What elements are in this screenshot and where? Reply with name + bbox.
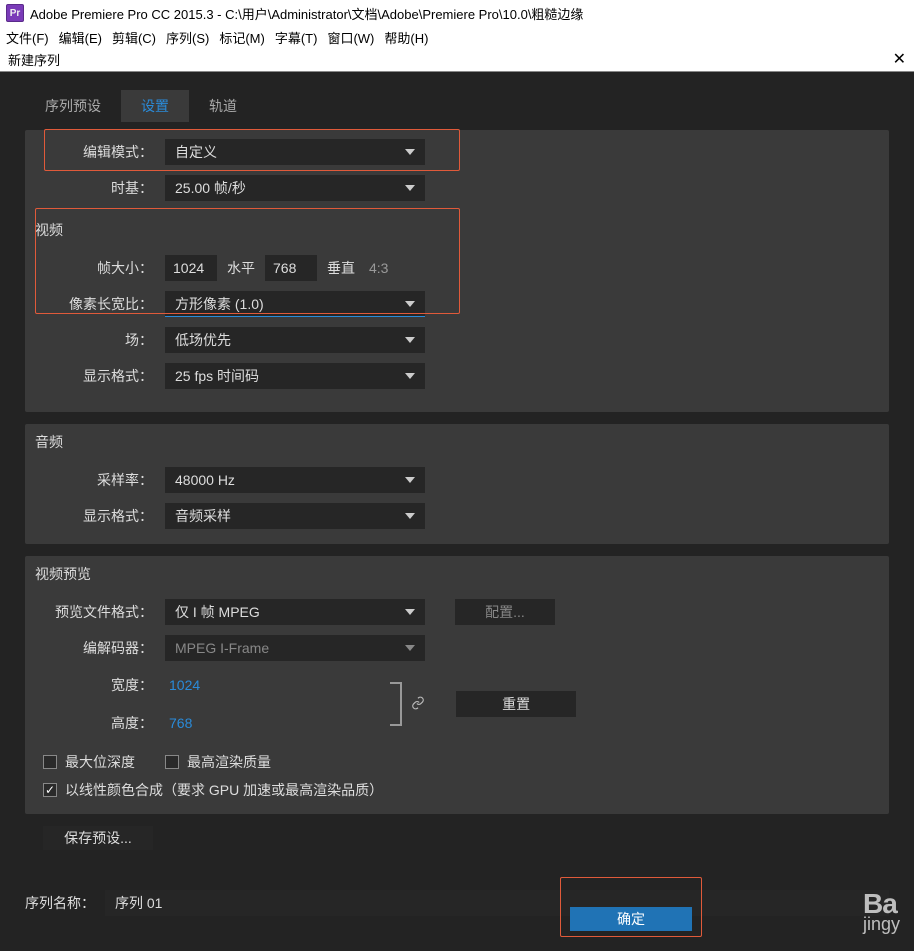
- codec-value: MPEG I-Frame: [175, 640, 269, 656]
- frame-size-label: 帧大小：: [35, 258, 165, 278]
- frame-height-input[interactable]: 768: [265, 255, 317, 281]
- dialog-titlebar: 新建序列 ✕: [0, 48, 914, 72]
- par-value: 方形像素 (1.0): [175, 294, 264, 314]
- caret-icon: [405, 513, 415, 519]
- height-label: 高度：: [35, 713, 165, 733]
- linear-color-checkbox[interactable]: ✓: [43, 783, 57, 797]
- sequence-name-row: 序列名称： 序列 01: [25, 890, 889, 916]
- vdisplay-dropdown[interactable]: 25 fps 时间码: [165, 363, 425, 389]
- save-preset-button[interactable]: 保存预设...: [43, 826, 153, 850]
- horizontal-label: 水平: [217, 258, 265, 278]
- max-render-label: 最高渲染质量: [187, 752, 271, 772]
- tab-tracks[interactable]: 轨道: [189, 90, 257, 122]
- fields-value: 低场优先: [175, 330, 231, 350]
- audio-section-title: 音频: [35, 432, 879, 452]
- menubar: 文件(F) 编辑(E) 剪辑(C) 序列(S) 标记(M) 字幕(T) 窗口(W…: [0, 26, 914, 48]
- preview-width[interactable]: 1024: [169, 677, 200, 693]
- video-section-title: 视频: [35, 214, 879, 240]
- preview-file-dropdown[interactable]: 仅 I 帧 MPEG: [165, 599, 425, 625]
- sample-label: 采样率：: [35, 470, 165, 490]
- fields-label: 场：: [35, 330, 165, 350]
- dialog-body: 序列预设 设置 轨道 编辑模式： 自定义 时基： 25.00 帧/秒 视频 帧大…: [0, 72, 914, 951]
- menu-clip[interactable]: 剪辑(C): [112, 28, 156, 47]
- menu-window[interactable]: 窗口(W): [327, 28, 374, 47]
- caret-icon: [405, 185, 415, 191]
- menu-help[interactable]: 帮助(H): [384, 28, 428, 47]
- vdisplay-value: 25 fps 时间码: [175, 366, 259, 386]
- tab-preset[interactable]: 序列预设: [25, 90, 121, 122]
- reset-button[interactable]: 重置: [456, 691, 576, 717]
- adisplay-label: 显示格式：: [35, 506, 165, 526]
- caret-icon: [405, 301, 415, 307]
- preview-file-label: 预览文件格式：: [35, 602, 165, 622]
- timebase-value: 25.00 帧/秒: [175, 178, 246, 198]
- seq-name-input[interactable]: 序列 01: [105, 890, 889, 916]
- seq-name-label: 序列名称：: [25, 893, 95, 913]
- timebase-dropdown[interactable]: 25.00 帧/秒: [165, 175, 425, 201]
- panel-video: 编辑模式： 自定义 时基： 25.00 帧/秒 视频 帧大小： 1024 水平 …: [25, 130, 889, 412]
- adisplay-value: 音频采样: [175, 506, 231, 526]
- caret-icon: [405, 337, 415, 343]
- menu-sequence[interactable]: 序列(S): [166, 28, 209, 47]
- par-label: 像素长宽比：: [35, 294, 165, 314]
- max-bit-depth-label: 最大位深度: [65, 752, 135, 772]
- edit-mode-value: 自定义: [175, 142, 217, 162]
- panel-audio: 音频 采样率： 48000 Hz 显示格式： 音频采样: [25, 424, 889, 544]
- watermark-line2: jingy: [863, 913, 900, 935]
- codec-label: 编解码器：: [35, 638, 165, 658]
- max-bit-depth-checkbox[interactable]: [43, 755, 57, 769]
- preview-section-title: 视频预览: [35, 564, 879, 584]
- adisplay-dropdown[interactable]: 音频采样: [165, 503, 425, 529]
- fields-dropdown[interactable]: 低场优先: [165, 327, 425, 353]
- app-icon: Pr: [6, 4, 24, 22]
- codec-dropdown: MPEG I-Frame: [165, 635, 425, 661]
- ok-button[interactable]: 确定: [570, 907, 692, 931]
- panel-preview: 视频预览 预览文件格式： 仅 I 帧 MPEG 配置... 编解码器： MPEG…: [25, 556, 889, 814]
- caret-icon: [405, 477, 415, 483]
- caret-icon: [405, 373, 415, 379]
- close-icon[interactable]: ✕: [893, 52, 906, 68]
- edit-mode-label: 编辑模式：: [35, 142, 165, 162]
- link-bracket-icon: [390, 682, 402, 726]
- sample-dropdown[interactable]: 48000 Hz: [165, 467, 425, 493]
- tabs: 序列预设 设置 轨道: [25, 90, 899, 122]
- preview-file-value: 仅 I 帧 MPEG: [175, 602, 260, 622]
- par-dropdown[interactable]: 方形像素 (1.0): [165, 291, 425, 317]
- edit-mode-dropdown[interactable]: 自定义: [165, 139, 425, 165]
- frame-width-input[interactable]: 1024: [165, 255, 217, 281]
- caret-icon: [405, 645, 415, 651]
- menu-file[interactable]: 文件(F): [6, 28, 49, 47]
- tab-settings[interactable]: 设置: [121, 90, 189, 122]
- menu-title[interactable]: 字幕(T): [275, 28, 318, 47]
- dialog-title: 新建序列: [8, 50, 60, 69]
- menu-edit[interactable]: 编辑(E): [59, 28, 102, 47]
- preview-height[interactable]: 768: [169, 715, 192, 731]
- max-render-checkbox[interactable]: [165, 755, 179, 769]
- width-label: 宽度：: [35, 675, 165, 695]
- vdisplay-label: 显示格式：: [35, 366, 165, 386]
- sample-value: 48000 Hz: [175, 472, 235, 488]
- link-icon[interactable]: [410, 696, 426, 712]
- configure-button[interactable]: 配置...: [455, 599, 555, 625]
- timebase-label: 时基：: [35, 178, 165, 198]
- caret-icon: [405, 149, 415, 155]
- window-titlebar: Pr Adobe Premiere Pro CC 2015.3 - C:\用户\…: [0, 0, 914, 26]
- linear-color-label: 以线性颜色合成（要求 GPU 加速或最高渲染品质）: [65, 780, 383, 800]
- window-title: Adobe Premiere Pro CC 2015.3 - C:\用户\Adm…: [30, 4, 583, 23]
- caret-icon: [405, 609, 415, 615]
- vertical-label: 垂直: [317, 258, 365, 278]
- menu-marker[interactable]: 标记(M): [219, 28, 265, 47]
- aspect-ratio: 4:3: [365, 260, 398, 276]
